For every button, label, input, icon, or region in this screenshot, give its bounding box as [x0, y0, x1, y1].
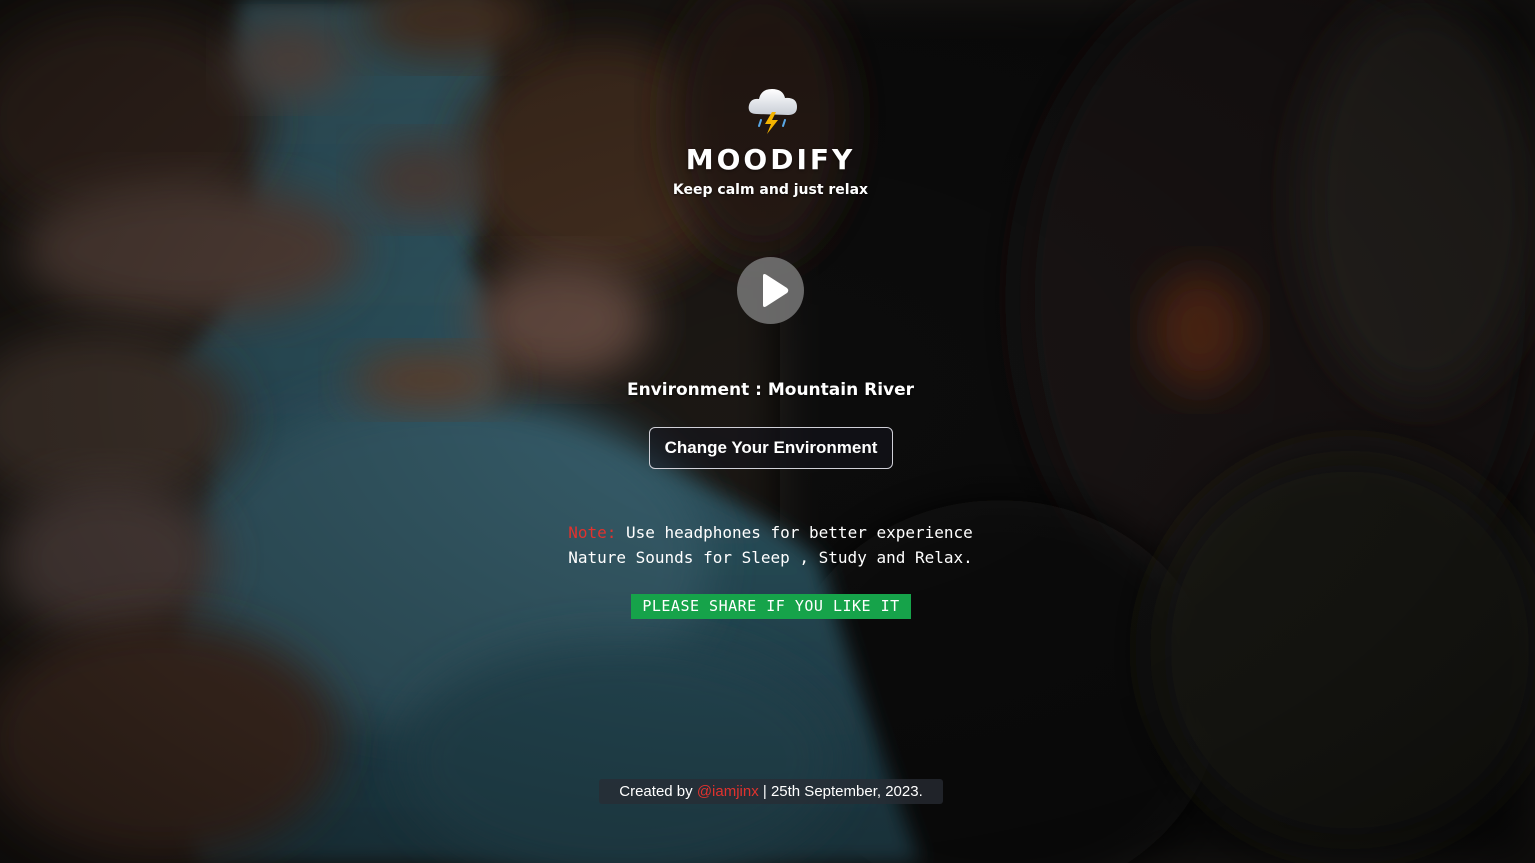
note-text: Note: Use headphones for better experien… [0, 520, 1535, 570]
author-handle-link[interactable]: @iamjinx [697, 783, 759, 800]
footer-suffix: | 25th September, 2023. [758, 783, 923, 800]
note-line-1-text: Use headphones for better experience [616, 523, 973, 542]
environment-prefix: Environment : [626, 380, 768, 400]
play-button[interactable] [737, 257, 804, 324]
environment-label: Environment : Mountain River [0, 380, 1535, 400]
note-tag: Note: [568, 523, 617, 542]
share-badge: PLEASE SHARE IF YOU LIKE IT [631, 594, 911, 619]
note-line-2: Nature Sounds for Sleep , Study and Rela… [568, 548, 973, 567]
main-content: MOODIFY Keep calm and just relax Environ… [0, 0, 1535, 863]
footer-credit: Created by @iamjinx | 25th September, 20… [599, 779, 943, 804]
play-icon [763, 274, 789, 307]
app-tagline: Keep calm and just relax [672, 182, 869, 198]
footer-prefix: Created by [619, 783, 697, 800]
environment-name: Mountain River [767, 380, 915, 400]
change-environment-button[interactable]: Change Your Environment [649, 427, 893, 469]
note-line-1: Note: Use headphones for better experien… [0, 520, 1535, 545]
cloud-lightning-icon [745, 84, 801, 136]
app-title: MOODIFY [685, 143, 856, 176]
